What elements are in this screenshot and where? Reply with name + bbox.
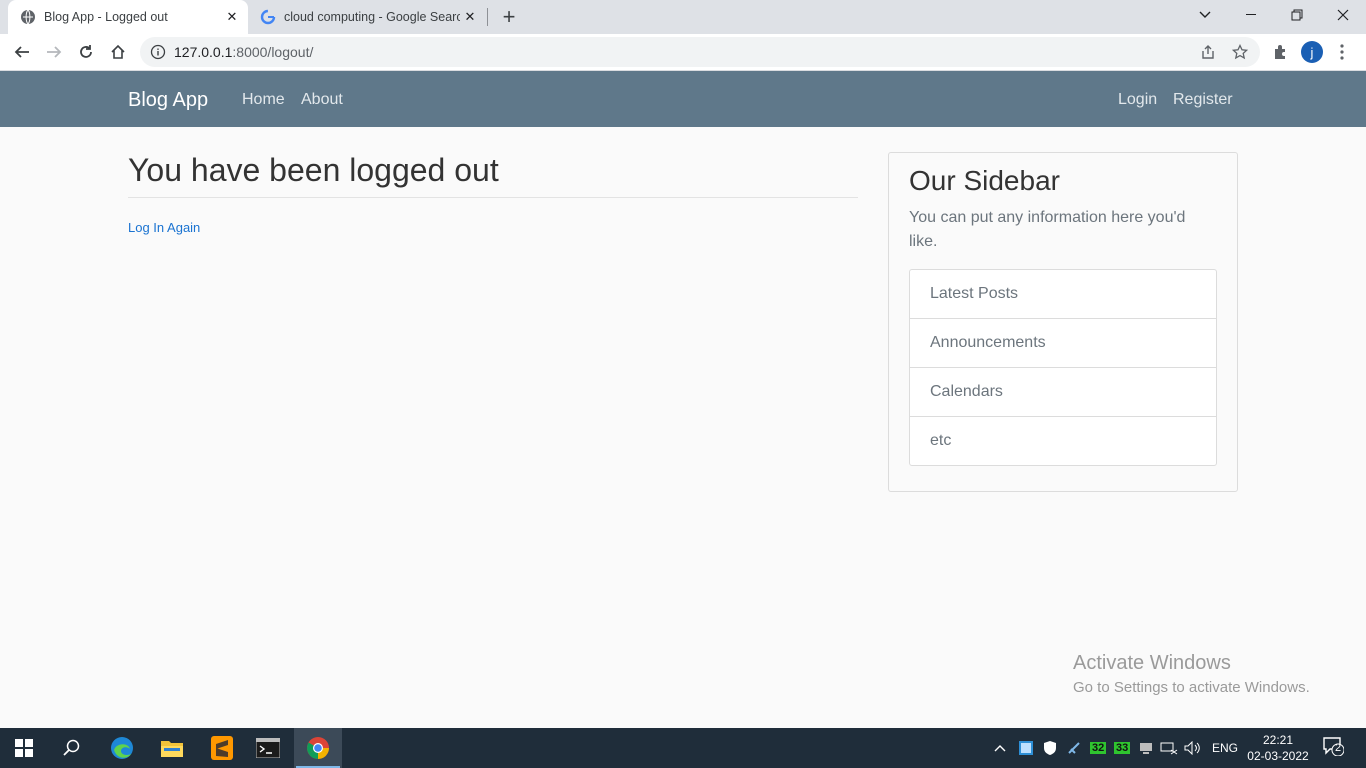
network-monitor-icon[interactable] [1018,728,1036,768]
temperature-badge-2[interactable]: 33 [1114,728,1132,768]
edge-browser-icon[interactable] [98,728,146,768]
profile-avatar[interactable]: j [1301,41,1323,63]
tab-google-search[interactable]: cloud computing - Google Search ✕ [250,0,486,34]
notification-count: 2 [1335,742,1342,754]
file-explorer-icon[interactable] [148,728,196,768]
activation-watermark: Activate Windows Go to Settings to activ… [1073,652,1310,696]
reload-icon[interactable] [72,38,100,66]
volume-icon[interactable] [1184,728,1204,768]
page-title: You have been logged out [128,152,499,188]
navbar: Blog App Home About Login Register [0,71,1366,127]
url-host: 127.0.0.1 [174,44,233,60]
sidebar-list: Latest Posts Announcements Calendars etc [909,269,1217,466]
browser-toolbar: 127.0.0.1:8000/logout/ [0,34,1366,71]
device-icon[interactable] [1138,728,1156,768]
sidebar-card: Our Sidebar You can put any information … [888,152,1238,492]
home-icon[interactable] [104,38,132,66]
sidebar-item-calendars[interactable]: Calendars [910,368,1216,417]
share-icon[interactable] [1194,38,1222,66]
close-tab-icon[interactable]: ✕ [222,7,242,27]
clock-time: 22:21 [1262,733,1294,747]
watermark-title: Activate Windows [1073,652,1231,674]
sidebar-item-announcements[interactable]: Announcements [910,319,1216,368]
close-tab-icon[interactable]: ✕ [460,7,480,27]
notification-center-icon[interactable]: 2 [1322,736,1348,760]
nav-home-link[interactable]: Home [242,91,285,109]
globe-icon [20,9,36,25]
bookmark-star-icon[interactable] [1226,38,1254,66]
nav-login-link[interactable]: Login [1118,91,1157,109]
tab-search-icon[interactable] [1182,0,1228,30]
google-icon [260,9,276,25]
network-icon[interactable] [1160,728,1180,768]
sidebar-title: Our Sidebar [909,165,1060,196]
tab-strip: Blog App - Logged out ✕ cloud computing … [0,0,1366,34]
sidebar-item-etc[interactable]: etc [910,417,1216,465]
extensions-icon[interactable] [1266,38,1294,66]
back-icon[interactable] [8,38,36,66]
close-window-button[interactable] [1320,0,1366,30]
badge-value: 33 [1114,742,1131,754]
tab-separator [487,8,488,26]
system-clock[interactable]: 22:21 02-03-2022 [1246,732,1310,764]
forward-icon[interactable] [40,38,68,66]
terminal-icon[interactable] [244,728,292,768]
chrome-icon[interactable] [294,728,342,768]
watermark-subtitle: Go to Settings to activate Windows. [1073,679,1310,696]
tab-title: Blog App - Logged out [44,10,168,24]
sidebar-item-latest-posts[interactable]: Latest Posts [910,270,1216,319]
nav-register-link[interactable]: Register [1173,91,1233,109]
windows-start-icon[interactable] [0,728,48,768]
restore-button[interactable] [1274,0,1320,30]
badge-value: 32 [1090,742,1107,754]
sublime-text-icon[interactable] [198,728,246,768]
site-info-icon[interactable] [150,44,166,60]
new-tab-button[interactable]: + [497,4,521,29]
title-divider [128,197,858,198]
security-shield-icon[interactable] [1042,728,1060,768]
minimize-button[interactable] [1228,0,1274,30]
url-text: 127.0.0.1:8000/logout/ [174,44,313,60]
brand-logo[interactable]: Blog App [128,89,208,112]
log-in-again-link[interactable]: Log In Again [128,220,200,235]
language-indicator[interactable]: ENG [1212,728,1238,768]
clock-date: 02-03-2022 [1247,749,1309,763]
url-path: :8000/logout/ [232,44,314,60]
bluetooth-app-icon[interactable] [1066,728,1084,768]
sidebar-description: You can put any information here you'd l… [909,209,1186,250]
menu-icon[interactable] [1328,38,1356,66]
tab-blog-app[interactable]: Blog App - Logged out ✕ [8,0,248,34]
temperature-badge-1[interactable]: 32 [1090,728,1108,768]
taskbar: 32 33 ENG 22:21 02-03-2022 2 [0,728,1366,768]
address-bar[interactable]: 127.0.0.1:8000/logout/ [140,37,1260,67]
nav-about-link[interactable]: About [301,91,343,109]
search-icon[interactable] [48,728,96,768]
tab-title: cloud computing - Google Search [284,10,460,24]
show-hidden-icons[interactable] [994,728,1012,768]
